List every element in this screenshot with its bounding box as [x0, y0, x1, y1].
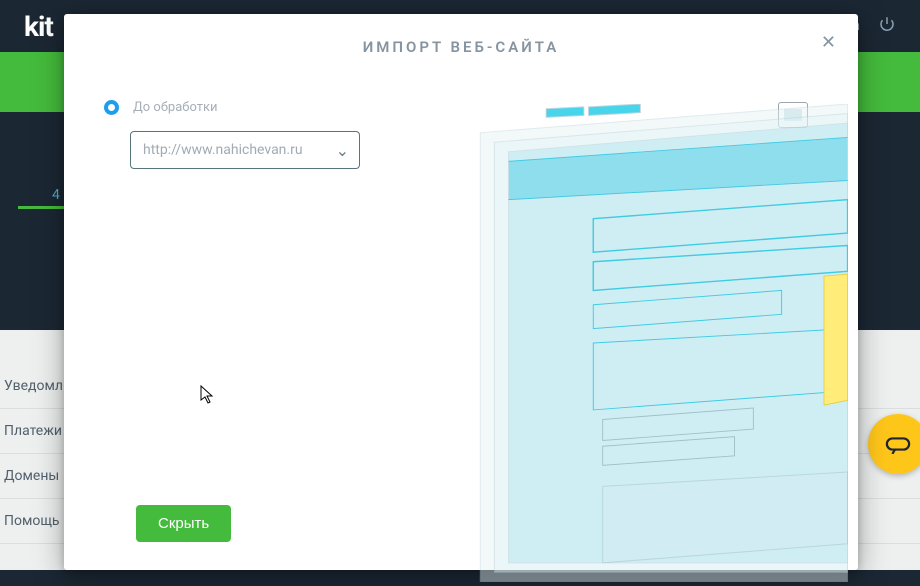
url-select[interactable]: http://www.nahichevan.ru ⌄ — [130, 131, 360, 169]
close-icon[interactable]: ✕ — [821, 32, 836, 53]
cursor-icon — [200, 385, 216, 409]
modal-title: ИМПОРТ ВЕБ-САЙТА — [64, 14, 858, 74]
url-value: http://www.nahichevan.ru — [143, 142, 303, 158]
wireframe-preview — [452, 104, 848, 582]
stage-row: До обработки — [104, 100, 432, 115]
chevron-down-icon: ⌄ — [336, 141, 349, 160]
stage-radio-icon — [104, 100, 119, 115]
stage-label: До обработки — [133, 100, 218, 115]
hide-button[interactable]: Скрыть — [136, 505, 231, 542]
import-modal: ✕ ИМПОРТ ВЕБ-САЙТА До обработки http://w… — [64, 14, 858, 570]
